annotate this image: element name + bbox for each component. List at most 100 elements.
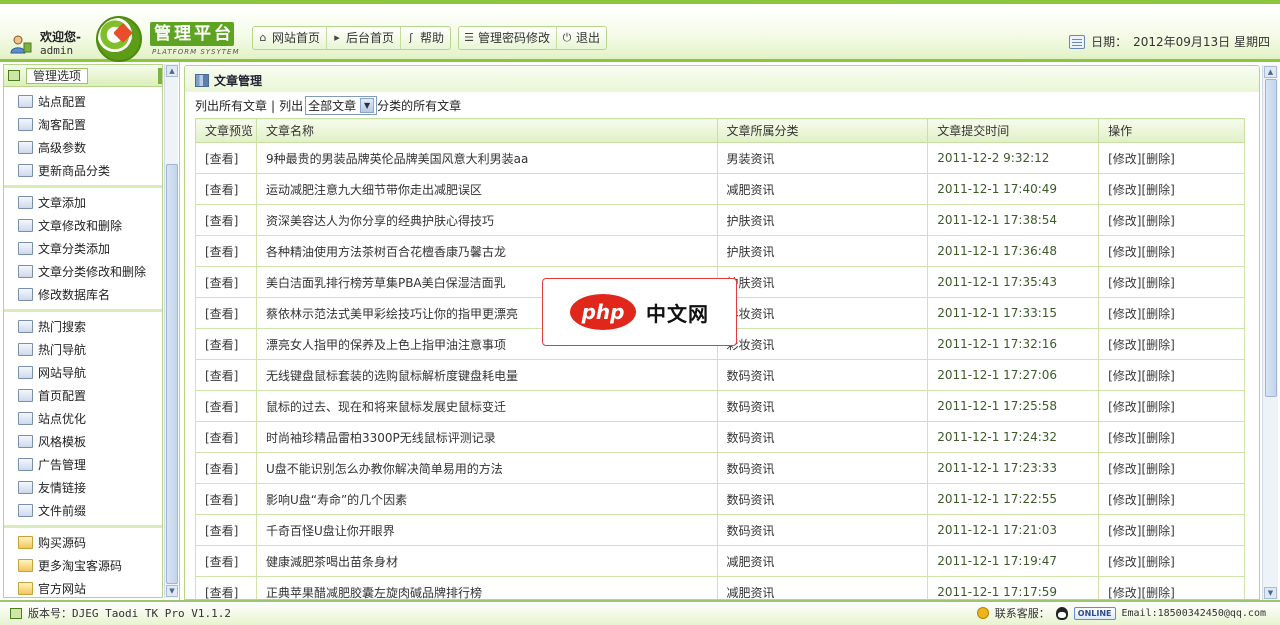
article-title[interactable]: 鼠标的过去、现在和将来鼠标发展史鼠标变迁 [255,390,718,422]
article-title[interactable]: U盘不能识别怎么办教你解决简单易用的方法 [255,452,718,484]
sidebar-item[interactable]: 更多淘宝客源码 [4,554,162,577]
view-link[interactable]: [查看] [195,545,257,577]
edit-link[interactable]: [修改] [1108,555,1141,569]
delete-link[interactable]: [删除] [1142,524,1175,538]
delete-link[interactable]: [删除] [1142,152,1175,166]
sidebar-item[interactable]: 更新商品分类 [4,159,162,182]
sidebar-header: 管理选项 [4,65,162,87]
scroll-down-arrow[interactable]: ▼ [166,585,178,597]
edit-link[interactable]: [修改] [1108,431,1141,445]
article-title[interactable]: 影响U盘“寿命”的几个因素 [255,483,718,515]
edit-link[interactable]: [修改] [1108,276,1141,290]
delete-link[interactable]: [删除] [1142,307,1175,321]
delete-link[interactable]: [删除] [1142,276,1175,290]
delete-link[interactable]: [删除] [1142,555,1175,569]
delete-link[interactable]: [删除] [1142,369,1175,383]
edit-link[interactable]: [修改] [1108,214,1141,228]
view-link[interactable]: [查看] [195,266,257,298]
edit-link[interactable]: [修改] [1108,400,1141,414]
article-title[interactable]: 资深美容达人为你分享的经典护肤心得技巧 [255,204,718,236]
sidebar-item[interactable]: 热门搜索 [4,315,162,338]
main-scroll-thumb[interactable] [1265,79,1277,397]
article-title[interactable]: 9种最贵的男装品牌英伦品牌美国风意大利男装aa [255,142,718,174]
sidebar-item[interactable]: 网站导航 [4,361,162,384]
sidebar-item[interactable]: 淘客配置 [4,113,162,136]
view-link[interactable]: [查看] [195,390,257,422]
view-link[interactable]: [查看] [195,359,257,391]
sidebar-item[interactable]: 文章分类修改和删除 [4,260,162,283]
article-title[interactable]: 无线键盘鼠标套装的选购鼠标解析度键盘耗电量 [255,359,718,391]
delete-link[interactable]: [删除] [1142,214,1175,228]
delete-link[interactable]: [删除] [1142,493,1175,507]
row-actions: [修改][删除] [1098,421,1245,453]
edit-link[interactable]: [修改] [1108,493,1141,507]
sidebar-item[interactable]: 首页配置 [4,384,162,407]
edit-link[interactable]: [修改] [1108,307,1141,321]
edit-link[interactable]: [修改] [1108,152,1141,166]
change-password-button[interactable]: ☰ 管理密码修改 [459,27,558,49]
delete-link[interactable]: [删除] [1142,245,1175,259]
sidebar-item[interactable]: 文件前缀 [4,499,162,522]
sidebar-item[interactable]: 站点配置 [4,90,162,113]
article-title[interactable]: 运动减肥注意九大细节带你走出减肥误区 [255,173,718,205]
sidebar-item[interactable]: 购买源码 [4,531,162,554]
edit-link[interactable]: [修改] [1108,369,1141,383]
list-all-link[interactable]: 列出所有文章 [195,97,267,114]
category-select[interactable]: 全部文章 ▼ [305,96,378,115]
article-title[interactable]: 时尚袖珍精品雷柏3300P无线鼠标评测记录 [255,421,718,453]
edit-link[interactable]: [修改] [1108,524,1141,538]
view-link[interactable]: [查看] [195,297,257,329]
nav-site-home-button[interactable]: ⌂ 网站首页 [253,27,328,49]
view-link[interactable]: [查看] [195,452,257,484]
view-link[interactable]: [查看] [195,421,257,453]
edit-link[interactable]: [修改] [1108,462,1141,476]
sidebar-item[interactable]: 文章添加 [4,191,162,214]
sidebar-item[interactable]: 站点优化 [4,407,162,430]
main-scrollbar[interactable]: ▲ ▼ [1262,65,1278,600]
sidebar-item[interactable]: 风格模板 [4,430,162,453]
sidebar-item[interactable]: 官方网站 [4,577,162,597]
edit-link[interactable]: [修改] [1108,245,1141,259]
article-title[interactable]: 健康減肥茶喝出苗条身材 [255,545,718,577]
delete-link[interactable]: [删除] [1142,586,1175,600]
view-link[interactable]: [查看] [195,173,257,205]
view-link[interactable]: [查看] [195,328,257,360]
delete-link[interactable]: [删除] [1142,431,1175,445]
sidebar-scrollbar[interactable]: ▲ ▼ [164,64,178,598]
delete-link[interactable]: [删除] [1142,462,1175,476]
edit-link[interactable]: [修改] [1108,338,1141,352]
sidebar-item[interactable]: 修改数据库名 [4,283,162,306]
view-link[interactable]: [查看] [195,142,257,174]
view-link[interactable]: [查看] [195,235,257,267]
sidebar-item[interactable]: 广告管理 [4,453,162,476]
delete-link[interactable]: [删除] [1142,338,1175,352]
sidebar-item[interactable]: 文章修改和删除 [4,214,162,237]
delete-link[interactable]: [删除] [1142,400,1175,414]
scroll-up-arrow[interactable]: ▲ [166,65,178,77]
sidebar-collapse-handle[interactable] [158,67,162,84]
list-icon: ☰ [464,31,474,44]
view-link[interactable]: [查看] [195,483,257,515]
nav-help-button[interactable]: ʃ 帮助 [401,27,450,49]
main-scroll-down-arrow[interactable]: ▼ [1264,587,1277,599]
article-title[interactable]: 千奇百怪U盘让你开眼界 [255,514,718,546]
sidebar-scroll-thumb[interactable] [166,164,178,584]
main-scroll-up-arrow[interactable]: ▲ [1264,66,1277,78]
article-category: 彩妆资讯 [716,297,929,329]
article-title[interactable]: 各种精油使用方法茶树百合花檀香康乃馨古龙 [255,235,718,267]
col-time: 文章提交时间 [927,118,1100,143]
edit-link[interactable]: [修改] [1108,586,1141,600]
nav-admin-home-button[interactable]: ▸ 后台首页 [327,27,402,49]
sidebar-item[interactable]: 友情链接 [4,476,162,499]
sidebar-item[interactable]: 高级参数 [4,136,162,159]
edit-link[interactable]: [修改] [1108,183,1141,197]
logout-button[interactable]: ⏻ 退出 [557,27,606,49]
view-link[interactable]: [查看] [195,576,257,599]
delete-link[interactable]: [删除] [1142,183,1175,197]
sidebar-item[interactable]: 文章分类添加 [4,237,162,260]
online-badge[interactable]: ONLINE [1073,606,1116,620]
view-link[interactable]: [查看] [195,204,257,236]
sidebar-item[interactable]: 热门导航 [4,338,162,361]
article-title[interactable]: 正典苹果醋减肥胶囊左旋肉碱品牌排行榜 [255,576,718,599]
view-link[interactable]: [查看] [195,514,257,546]
